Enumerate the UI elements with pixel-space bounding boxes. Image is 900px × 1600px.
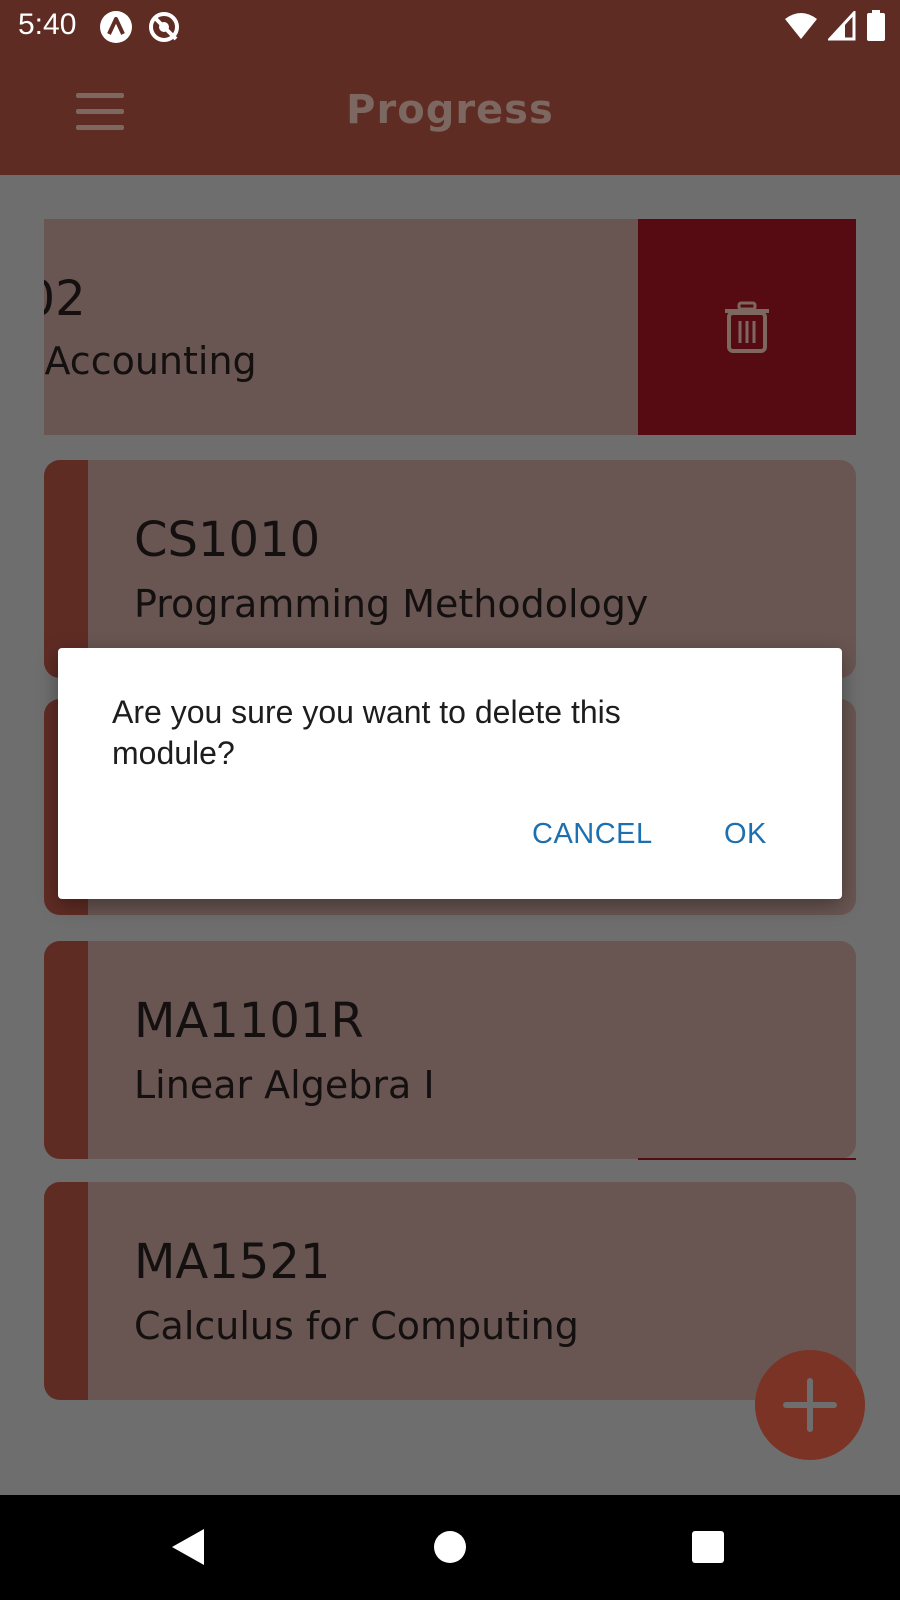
arrow-circle-icon — [100, 11, 132, 43]
back-icon[interactable] — [166, 1525, 210, 1569]
status-icons — [784, 8, 886, 44]
module-code: MA1101R — [134, 993, 364, 1049]
module-name: Programming Methodology — [134, 582, 649, 626]
battery-icon — [867, 10, 885, 41]
delete-strip — [638, 1158, 856, 1160]
module-code: MA1521 — [134, 1234, 331, 1290]
module-name: ial Accounting — [44, 339, 257, 383]
module-card[interactable]: MA1101R Linear Algebra I — [44, 941, 856, 1159]
cancel-button[interactable]: CANCEL — [532, 818, 653, 851]
card-accent — [44, 941, 88, 1159]
module-code: 002 — [44, 271, 86, 327]
recents-icon[interactable] — [686, 1525, 730, 1569]
signal-icon — [828, 11, 856, 41]
ok-button[interactable]: OK — [724, 818, 767, 851]
module-code: CS1010 — [134, 512, 321, 568]
module-card-body[interactable]: 002 ial Accounting — [44, 219, 638, 435]
card-accent — [44, 460, 88, 678]
dialog-message: Are you sure you want to delete this mod… — [112, 694, 621, 771]
module-name: Linear Algebra I — [134, 1063, 435, 1107]
trash-icon — [725, 301, 769, 353]
delete-button[interactable] — [638, 219, 856, 435]
module-name: Calculus for Computing — [134, 1304, 579, 1348]
status-bar: 5:40 — [0, 0, 900, 53]
add-module-button[interactable] — [755, 1350, 865, 1460]
module-card-swiped[interactable]: 002 ial Accounting — [44, 219, 856, 435]
status-time: 5:40 — [18, 8, 77, 41]
card-accent — [44, 1182, 88, 1400]
page-title: Progress — [346, 87, 554, 133]
module-card[interactable]: MA1521 Calculus for Computing — [44, 1182, 856, 1400]
wifi-icon — [785, 13, 817, 39]
home-icon[interactable] — [428, 1525, 472, 1569]
no-sync-icon — [149, 12, 179, 42]
module-card[interactable]: CS1010 Programming Methodology — [44, 460, 856, 678]
plus-icon — [783, 1378, 837, 1432]
system-nav-bar — [0, 1495, 900, 1600]
app-bar: Progress — [0, 53, 900, 175]
confirm-delete-dialog: Are you sure you want to delete this mod… — [58, 648, 842, 899]
